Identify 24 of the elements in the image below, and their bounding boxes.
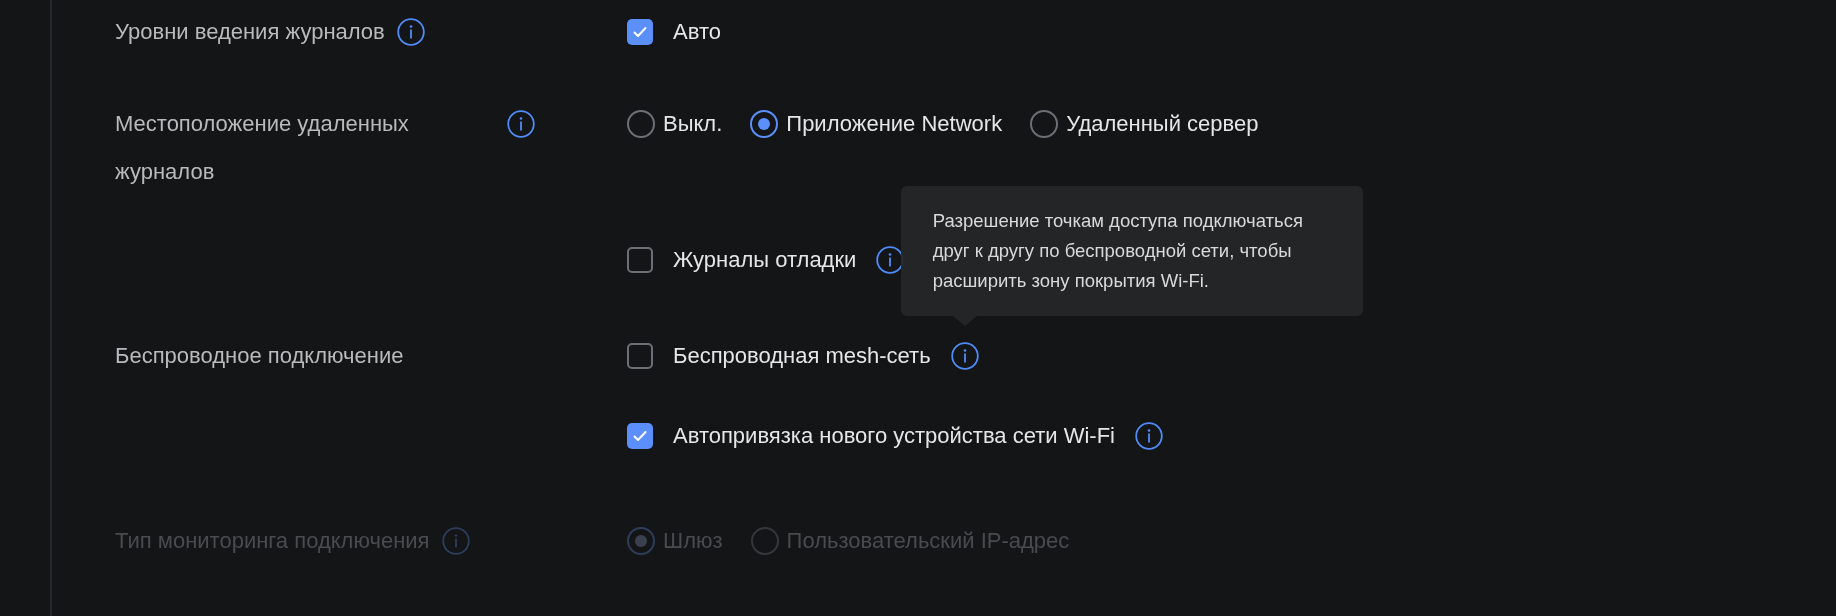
setting-label: Уровни ведения журналов [115, 18, 385, 46]
checkbox[interactable] [627, 19, 653, 45]
info-icon[interactable] [950, 342, 979, 370]
checkbox-label: Журналы отладки [673, 247, 857, 273]
check-icon [632, 24, 648, 40]
checkbox[interactable] [627, 343, 653, 369]
setting-label: Беспроводное подключение [115, 342, 404, 370]
checkbox-label: Беспроводная mesh-сеть [673, 343, 931, 369]
checkbox-label: Авто [673, 19, 721, 45]
checkbox-label: Автопривязка нового устройства сети Wi-Fi [673, 423, 1115, 449]
check-icon [632, 428, 648, 444]
info-icon[interactable] [396, 18, 425, 46]
tooltip-text: Разрешение точкам доступа подключаться друг к другу по беспроводной сети, чтобы расширить зону покрытия Wi-Fi. [932, 210, 1303, 291]
checkbox[interactable] [627, 247, 653, 273]
checkbox[interactable] [627, 423, 653, 449]
info-icon[interactable] [1134, 422, 1163, 450]
radio-label: Приложение Network [786, 111, 1003, 137]
info-icon[interactable] [507, 110, 535, 138]
radio-button[interactable] [750, 110, 779, 138]
radio-button[interactable] [627, 110, 655, 138]
radio-button[interactable] [1030, 110, 1059, 138]
setting-label: Местоположение удаленных журналов [115, 110, 410, 186]
radio-label: Удаленный сервер [1066, 111, 1259, 137]
radio-label: Выкл. [663, 111, 723, 137]
